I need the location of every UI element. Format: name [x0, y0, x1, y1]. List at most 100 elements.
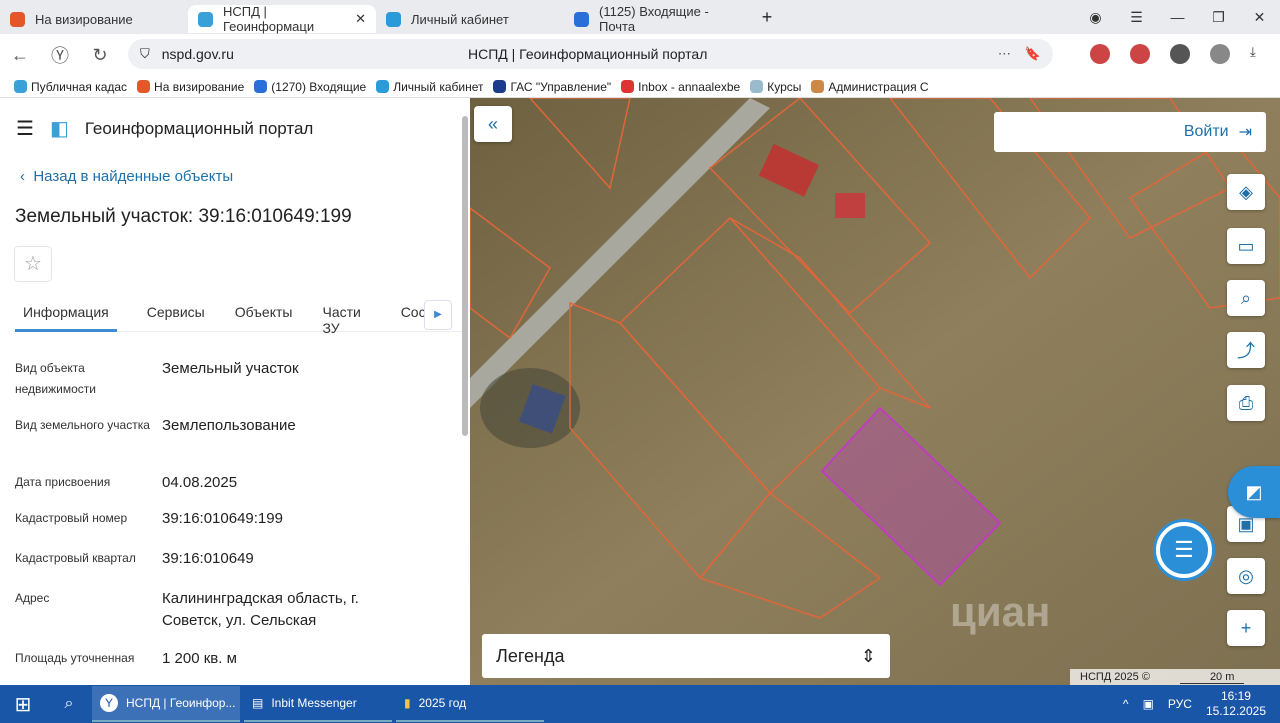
bookmark-label: ГАС "Управление": [510, 79, 612, 94]
tabs-scroll-right-icon[interactable]: ▶: [424, 300, 452, 330]
bookmarks-bar: Публичная кадас На визирование (1270) Вх…: [0, 76, 1280, 98]
taskbar: ⊞ ⌕ Y НСПД | Геоинфор... ▤ Inbit Messenger…: [0, 685, 1280, 723]
extension-icon[interactable]: [1090, 44, 1110, 64]
extension-icon[interactable]: [1170, 44, 1190, 64]
chat-icon: ☰: [1174, 537, 1194, 562]
download-icon[interactable]: ⤓: [1250, 44, 1270, 64]
bookmark-icon[interactable]: 🔖: [1025, 46, 1041, 62]
field-value: 1 200 кв. м: [162, 650, 237, 667]
browser-tab[interactable]: На визирование: [0, 5, 188, 33]
panel-scrollbar[interactable]: [462, 116, 468, 436]
field-label: Вид земельного участка: [15, 418, 150, 432]
restore-icon[interactable]: ❐: [1198, 9, 1239, 26]
chat-button[interactable]: ☰: [1156, 522, 1212, 578]
bookmark[interactable]: ГАС "Управление": [493, 80, 611, 94]
tab-favicon-icon: [574, 11, 589, 27]
tab-services[interactable]: Сервисы: [147, 296, 205, 332]
tray-expand-icon[interactable]: ^: [1123, 697, 1129, 711]
bookmark-favicon-icon: [376, 80, 390, 93]
bookmark[interactable]: Курсы: [750, 80, 801, 94]
search-icon[interactable]: ⌕: [46, 695, 92, 713]
field-value: 39:16:010649: [162, 550, 254, 567]
taskbar-item[interactable]: ▤ Inbit Messenger: [244, 686, 392, 722]
tab-information[interactable]: Информация: [15, 296, 117, 332]
close-tab-icon[interactable]: ✕: [355, 11, 366, 27]
browser-tab[interactable]: Личный кабинет: [376, 5, 564, 33]
yandex-icon[interactable]: Ⓨ: [40, 42, 80, 68]
tab-parts[interactable]: Части ЗУ: [322, 296, 370, 336]
profile-icon[interactable]: ◉: [1075, 9, 1116, 26]
field-label: Вид объекта недвижимости: [15, 361, 96, 396]
bookmark[interactable]: Администрация С: [811, 79, 929, 94]
bookmark-favicon-icon: [493, 80, 507, 93]
object-title: Земельный участок: 39:16:010649:199: [15, 206, 352, 227]
extension-icon[interactable]: [1210, 44, 1230, 64]
back-icon[interactable]: ←: [0, 45, 40, 66]
building: [835, 193, 865, 218]
network-icon[interactable]: ▣: [1143, 697, 1154, 711]
folder-icon: ▮: [404, 696, 411, 710]
field-row: Вид земельного участка Землепользование: [15, 415, 402, 437]
windows-start-icon[interactable]: ⊞: [0, 692, 46, 717]
bookmark[interactable]: Публичная кадас: [14, 80, 127, 94]
url-field[interactable]: ⛉ nspd.gov.ru НСПД | Геоинформационный п…: [128, 39, 1053, 69]
minimize-icon[interactable]: —: [1157, 9, 1198, 25]
tab-favicon-icon: [198, 11, 213, 27]
reload-icon[interactable]: ↻: [80, 45, 120, 66]
language-indicator[interactable]: РУС: [1168, 697, 1192, 711]
more-icon[interactable]: ⋯: [998, 46, 1011, 62]
extension-icon[interactable]: [1130, 44, 1150, 64]
taskbar-label: НСПД | Геоинфор...: [126, 696, 236, 710]
search-area-button[interactable]: ⌕: [1227, 280, 1265, 316]
bookmark-label: Администрация С: [828, 79, 929, 94]
clock[interactable]: 16:19 15.12.2025: [1206, 689, 1266, 719]
browser-tab-active[interactable]: НСПД | Геоинформаци ✕: [188, 4, 376, 34]
geolocation-icon: ◎: [1238, 565, 1254, 586]
back-link[interactable]: ‹ Назад в найденные объекты: [20, 168, 233, 185]
taskbar-label: 2025 год: [418, 696, 467, 710]
login-label: Войти: [1183, 123, 1229, 140]
logo-icon: ◧: [49, 118, 69, 140]
tab-objects[interactable]: Объекты: [235, 296, 293, 332]
map-satellite-layer: [470, 98, 1280, 685]
browser-tab[interactable]: (1125) Входящие - Почта: [564, 4, 752, 34]
menu-icon[interactable]: ☰: [1116, 9, 1157, 26]
expand-icon: ⇕: [860, 645, 876, 666]
bookmark-favicon-icon: [811, 80, 825, 93]
bookmark-label: На визирование: [154, 79, 245, 94]
bookmark[interactable]: Личный кабинет: [376, 80, 483, 94]
close-window-icon[interactable]: ✕: [1239, 9, 1280, 26]
system-tray: ^ ▣ РУС 16:19 15.12.2025: [1123, 689, 1266, 719]
page-title-text: НСПД | Геоинформационный портал: [468, 46, 708, 62]
bookmark[interactable]: (1270) Входящие: [254, 80, 366, 94]
taskbar-item[interactable]: ▮ 2025 год: [396, 686, 544, 722]
bookmark[interactable]: На визирование: [137, 80, 244, 94]
bookmark-label: Личный кабинет: [393, 79, 484, 94]
bookmark-favicon-icon: [137, 80, 151, 93]
share-button[interactable]: ⤴: [1227, 332, 1265, 368]
bookmark-favicon-icon: [14, 80, 27, 93]
favorite-star-icon[interactable]: ☆: [14, 246, 52, 282]
zoom-in-button[interactable]: +: [1227, 610, 1265, 646]
collapse-panel-button[interactable]: «: [474, 106, 512, 142]
new-tab-button[interactable]: +: [756, 6, 778, 28]
time: 16:19: [1220, 689, 1251, 703]
tab-favicon-icon: [386, 11, 401, 27]
app-title: Геоинформационный портал: [84, 118, 314, 138]
search-area-icon: ⌕: [1240, 287, 1252, 308]
login-button[interactable]: Войти ⇥: [994, 112, 1266, 152]
url-text: nspd.gov.ru: [161, 46, 234, 62]
plus-icon: +: [1240, 617, 1252, 638]
menu-icon[interactable]: ☰: [16, 116, 34, 141]
field-row: Дата присвоения 04.08.2025: [15, 472, 402, 494]
taskbar-item[interactable]: Y НСПД | Геоинфор...: [92, 686, 240, 722]
bookmark[interactable]: Inbox - annaalexbe: [621, 80, 740, 94]
ruler-button[interactable]: ▭: [1227, 228, 1265, 264]
gosuslugi-widget[interactable]: ◩: [1228, 466, 1280, 518]
layers-button[interactable]: ◈: [1227, 174, 1265, 210]
geolocation-button[interactable]: ◎: [1227, 558, 1265, 594]
legend-dropdown[interactable]: Легенда ⇕: [482, 634, 890, 678]
map-view[interactable]: циан « Войти ⇥ ◈ ▭ ⌕ ⤴ ⎙ ▣ ◎ + ◩ ☰ Легенд…: [470, 98, 1280, 685]
print-button[interactable]: ⎙: [1227, 385, 1265, 421]
taskbar-label: Inbit Messenger: [271, 696, 357, 710]
